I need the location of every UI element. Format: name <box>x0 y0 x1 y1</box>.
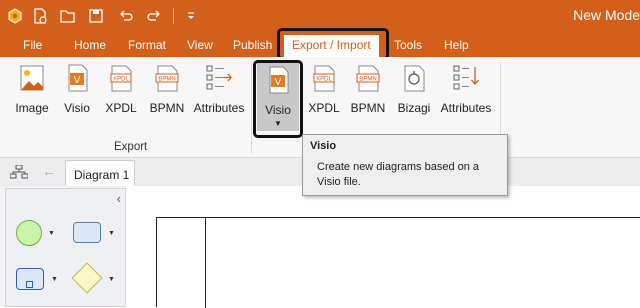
svg-text:BPMN: BPMN <box>359 77 376 83</box>
highlight-visio-import-button <box>253 60 303 138</box>
menu-help[interactable]: Help <box>444 38 469 52</box>
menu-view[interactable]: View <box>187 38 213 52</box>
task-shape-icon[interactable] <box>73 222 101 243</box>
subprocess-shape-dropdown-icon[interactable]: ▼ <box>51 276 58 283</box>
menu-publish[interactable]: Publish <box>233 38 272 52</box>
window-title: New Mode <box>573 7 640 23</box>
export-bpmn-button[interactable]: BPMN BPMN <box>148 63 186 115</box>
pool-header-divider <box>205 218 206 308</box>
tooltip-title: Visio <box>310 140 337 152</box>
diagram-tree-icon[interactable] <box>9 164 29 179</box>
attributes-icon <box>204 63 234 93</box>
attributes-icon <box>451 63 481 93</box>
back-arrow-icon[interactable]: ← <box>42 163 56 179</box>
bpmn-icon: BPMN <box>353 63 383 93</box>
highlight-export-import-tab <box>277 28 389 60</box>
open-folder-icon[interactable] <box>60 8 76 24</box>
visio-import-tooltip: Visio Create new diagrams based on a Vis… <box>302 134 508 196</box>
export-image-button[interactable]: Image <box>12 63 52 115</box>
tab-diagram-1[interactable]: Diagram 1 <box>65 160 135 187</box>
event-shape-dropdown-icon[interactable]: ▼ <box>48 230 55 237</box>
visio-icon: V <box>62 63 92 93</box>
menu-file[interactable]: File <box>23 38 42 52</box>
export-bpmn-label: BPMN <box>149 101 185 115</box>
import-bpmn-button[interactable]: BPMN BPMN <box>348 63 388 115</box>
menu-format[interactable]: Format <box>128 38 166 52</box>
subprocess-shape-icon[interactable] <box>16 268 44 290</box>
import-xpdl-label: XPDL <box>308 101 340 115</box>
export-visio-label: Visio <box>64 101 90 115</box>
quick-access-separator <box>173 8 174 24</box>
import-bizagi-label: Bizagi <box>397 101 431 115</box>
collapse-panel-icon[interactable]: ‹ <box>117 191 121 206</box>
export-xpdl-label: XPDL <box>105 101 137 115</box>
export-visio-button[interactable]: V Visio <box>60 63 94 115</box>
export-group-label: Export <box>114 141 148 153</box>
import-xpdl-button[interactable]: XPDL XPDL <box>306 63 342 115</box>
export-image-label: Image <box>15 101 49 115</box>
export-attributes-label: Attributes <box>193 101 245 115</box>
shape-palette: ‹ ▼ ▼ ▼ ▼ <box>5 188 126 307</box>
diagram-canvas[interactable] <box>126 186 640 308</box>
import-attributes-button[interactable]: Attributes <box>438 63 494 115</box>
svg-text:XPDL: XPDL <box>316 77 332 83</box>
image-icon <box>17 63 47 93</box>
import-bizagi-button[interactable]: Bizagi <box>394 63 434 115</box>
xpdl-icon: XPDL <box>309 63 339 93</box>
gateway-shape-icon[interactable] <box>71 262 103 294</box>
menu-tools[interactable]: Tools <box>394 38 422 52</box>
export-xpdl-button[interactable]: XPDL XPDL <box>103 63 139 115</box>
app-logo-icon <box>7 8 23 24</box>
pool-shape[interactable] <box>156 217 640 308</box>
svg-text:XPDL: XPDL <box>113 77 129 83</box>
customize-quick-access-icon[interactable] <box>183 8 199 24</box>
gateway-shape-dropdown-icon[interactable]: ▼ <box>108 276 115 283</box>
menu-home[interactable]: Home <box>74 38 106 52</box>
import-attributes-label: Attributes <box>440 101 492 115</box>
export-attributes-button[interactable]: Attributes <box>192 63 246 115</box>
bizagi-icon <box>399 63 429 93</box>
redo-icon[interactable] <box>146 8 162 24</box>
task-shape-dropdown-icon[interactable]: ▼ <box>108 230 115 237</box>
xpdl-icon: XPDL <box>106 63 136 93</box>
new-document-icon[interactable] <box>32 8 48 24</box>
bpmn-icon: BPMN <box>152 63 182 93</box>
event-shape-icon[interactable] <box>16 220 42 246</box>
svg-text:V: V <box>74 75 81 86</box>
ribbon-group-separator <box>251 63 252 153</box>
import-bpmn-label: BPMN <box>350 101 386 115</box>
save-icon[interactable] <box>88 8 104 24</box>
tooltip-description: Create new diagrams based on a Visio fil… <box>317 161 480 188</box>
svg-text:BPMN: BPMN <box>158 77 175 83</box>
undo-icon[interactable] <box>118 8 134 24</box>
